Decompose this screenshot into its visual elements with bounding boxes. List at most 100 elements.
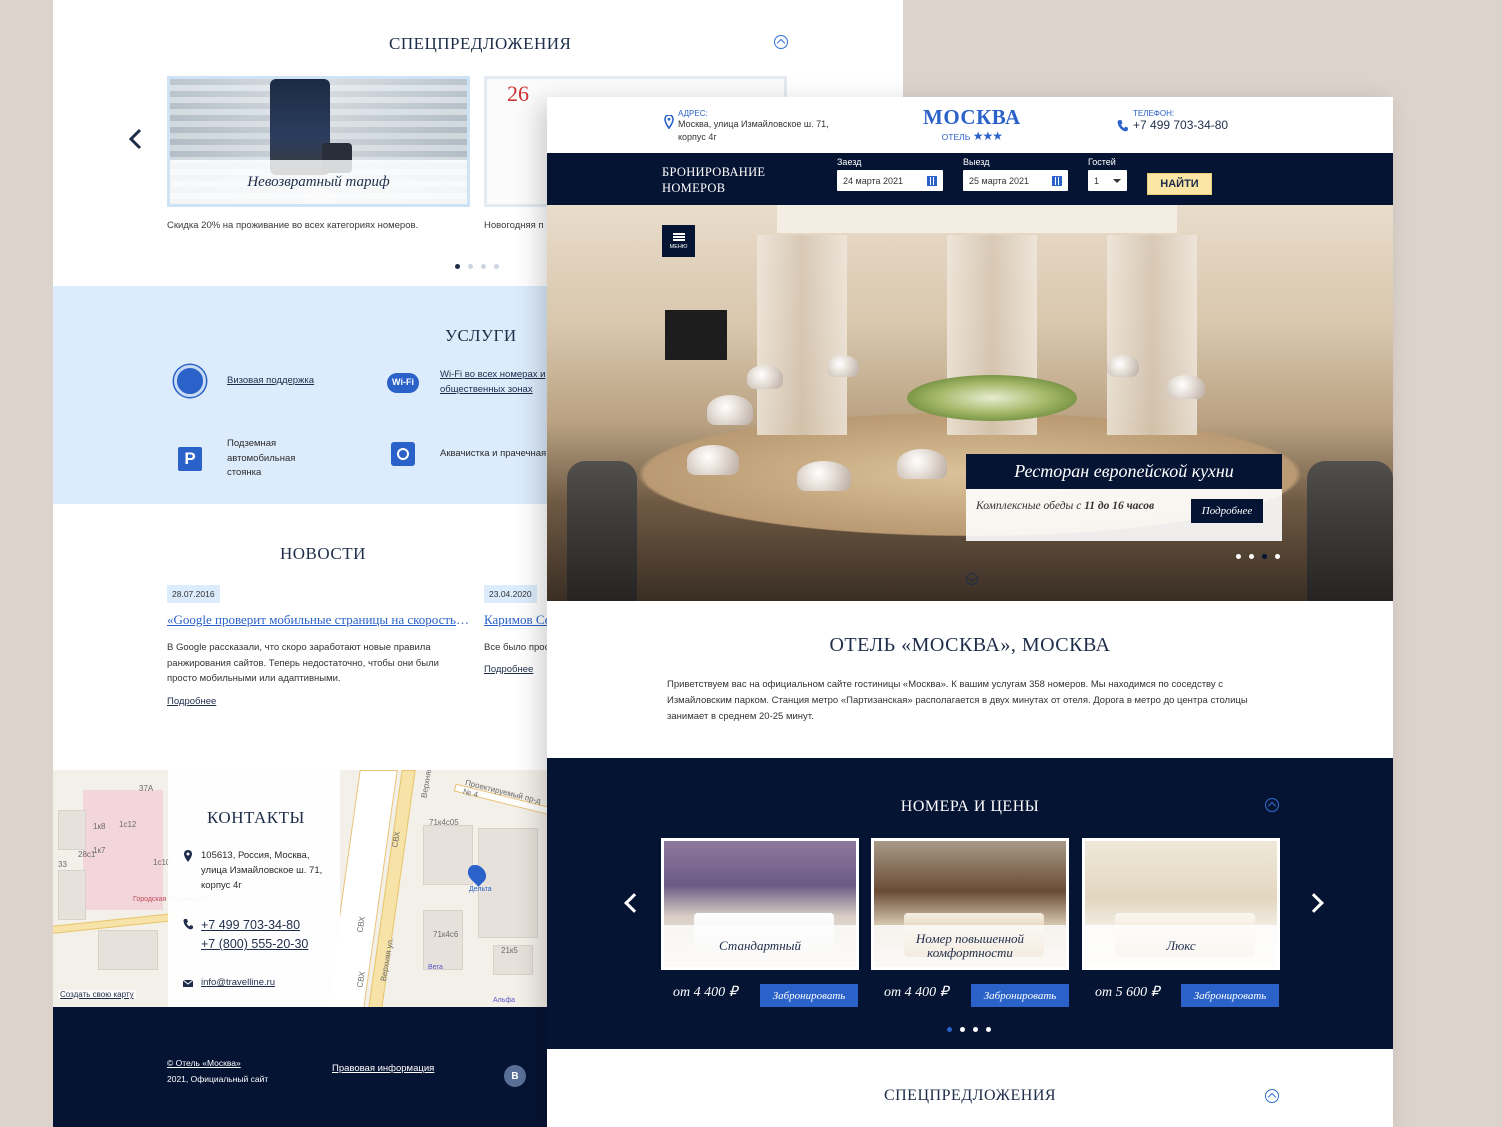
checkin-input[interactable]: 24 марта 2021: [837, 170, 943, 191]
service-item[interactable]: Визовая поддержка: [173, 364, 314, 398]
service-item: P Подземная автомобильная стоянка: [173, 437, 323, 481]
service-label: Подземная автомобильная стоянка: [227, 438, 296, 479]
footer-year: 2021, Официальный сайт: [167, 1074, 269, 1085]
mail-icon: [183, 979, 193, 987]
hero-caption: Ресторан европейской кухни Комплексные о…: [966, 454, 1282, 541]
menu-button[interactable]: МЕНЮ: [662, 225, 695, 257]
room-price: от 4 400 ₽: [673, 985, 738, 1000]
rooms-section: НОМЕРА И ЦЕНЫ Стандартный Номер повышенн…: [547, 758, 1393, 1049]
book-button[interactable]: Забронировать: [971, 984, 1069, 1007]
logo-name: МОСКВА: [923, 105, 1021, 129]
collapse-up-icon[interactable]: [1265, 798, 1279, 812]
scroll-down-icon[interactable]: [966, 573, 978, 585]
calendar-icon[interactable]: [1052, 175, 1062, 186]
legal-link[interactable]: Правовая информация: [332, 1063, 434, 1074]
parking-icon: P: [173, 442, 207, 476]
header-address: АДРЕС: Москва, улица Измайловское ш. 71,…: [664, 109, 848, 144]
offer-label: Невозвратный тариф: [170, 160, 467, 204]
carousel-prev-icon[interactable]: [624, 893, 644, 913]
room-price: от 5 600 ₽: [1095, 985, 1160, 1000]
pagination-dot[interactable]: [986, 1027, 991, 1032]
location-pin-icon: [184, 850, 192, 862]
service-label: Аквачистка и прачечная: [440, 447, 547, 459]
contact-address: 105613, Россия, Москва, улица Измайловск…: [183, 848, 333, 894]
news-more-link[interactable]: Подробнее: [484, 664, 533, 675]
news-body: Все было прос: [484, 642, 550, 653]
checkout-label: Выезд: [963, 157, 990, 167]
vk-icon[interactable]: В: [504, 1065, 526, 1087]
offer-description: Новогодняя п: [484, 220, 544, 231]
service-item[interactable]: Wi-Fi Wi-Fi во всех номерах и общественн…: [386, 366, 566, 400]
booking-title: БРОНИРОВАНИЕ НОМЕРОВ: [662, 165, 766, 196]
laundry-icon: [386, 437, 420, 471]
collapse-up-icon[interactable]: [774, 35, 788, 49]
services-title: УСЛУГИ: [445, 326, 517, 345]
offer-card[interactable]: Невозвратный тариф: [167, 76, 470, 207]
news-headline-link[interactable]: Каримов Се: [484, 612, 554, 628]
room-card[interactable]: Стандартный: [661, 838, 859, 970]
pagination-dot[interactable]: [973, 1027, 978, 1032]
hero-pagination[interactable]: [1236, 554, 1280, 559]
create-map-link[interactable]: Создать свою карту: [58, 990, 136, 999]
news-date: 23.04.2020: [484, 585, 537, 603]
wifi-icon: Wi-Fi: [386, 366, 420, 400]
site-logo[interactable]: МОСКВА ОТЕЛЬ ★★★: [923, 105, 1021, 143]
pagination-dot[interactable]: [1249, 554, 1254, 559]
guests-field: Гостей 1: [1088, 157, 1127, 191]
guests-label: Гостей: [1088, 157, 1116, 167]
pagination-dot[interactable]: [468, 264, 473, 269]
email-link[interactable]: info@travelline.ru: [201, 975, 275, 990]
carousel-prev-icon[interactable]: [127, 128, 145, 150]
hero-title: Ресторан европейской кухни: [966, 454, 1282, 489]
flower-arrangement: [907, 375, 1077, 421]
chevron-down-icon: [1113, 178, 1121, 183]
checkin-label: Заезд: [837, 157, 862, 167]
news-more-link[interactable]: Подробнее: [167, 696, 216, 707]
checkout-input[interactable]: 25 марта 2021: [963, 170, 1068, 191]
pagination-dot[interactable]: [1262, 554, 1267, 559]
pagination-dot[interactable]: [1236, 554, 1241, 559]
emblem-icon: [173, 364, 207, 398]
guests-select[interactable]: 1: [1088, 170, 1127, 191]
pagination-dot[interactable]: [960, 1027, 965, 1032]
pagination-dot[interactable]: [455, 264, 460, 269]
service-link[interactable]: Визовая поддержка: [227, 374, 314, 389]
news-date: 28.07.2016: [167, 585, 220, 603]
phone-link[interactable]: +7 499 703-34-80: [201, 916, 308, 935]
star-rating-icon: ★★★: [972, 129, 1003, 143]
room-price: от 4 400 ₽: [884, 985, 949, 1000]
copyright-link[interactable]: © Отель «Москва»: [167, 1055, 268, 1071]
collapse-up-icon[interactable]: [1265, 1089, 1279, 1103]
pagination-dot[interactable]: [947, 1027, 952, 1032]
foreground-page: АДРЕС: Москва, улица Измайловское ш. 71,…: [547, 97, 1393, 1127]
address-label: АДРЕС:: [678, 109, 708, 118]
checkin-field: Заезд 24 марта 2021: [837, 157, 943, 191]
pagination-dot[interactable]: [494, 264, 499, 269]
news-title: НОВОСТИ: [280, 544, 366, 563]
room-card[interactable]: Номер повышенной комфортности: [871, 838, 1069, 970]
tv-screen: [665, 310, 727, 360]
booking-bar: БРОНИРОВАНИЕ НОМЕРОВ Заезд 24 марта 2021…: [547, 153, 1393, 205]
offers-pagination[interactable]: [455, 264, 499, 269]
hamburger-icon: [672, 232, 685, 235]
pagination-dot[interactable]: [1275, 554, 1280, 559]
room-name: Номер повышенной комфортности: [874, 925, 1066, 967]
contacts-title: КОНТАКТЫ: [207, 808, 305, 827]
contact-email: info@travelline.ru: [183, 975, 275, 990]
book-button[interactable]: Забронировать: [1181, 984, 1279, 1007]
book-button[interactable]: Забронировать: [760, 984, 858, 1007]
room-name: Люкс: [1085, 925, 1277, 967]
calendar-icon[interactable]: [927, 175, 937, 186]
room-name: Стандартный: [664, 925, 856, 967]
room-card[interactable]: Люкс: [1082, 838, 1280, 970]
phone-label: ТЕЛЕФОН:: [1133, 109, 1175, 118]
carousel-next-icon[interactable]: [1304, 893, 1324, 913]
search-button[interactable]: НАЙТИ: [1147, 173, 1212, 195]
hero-more-button[interactable]: Подробнее: [1191, 499, 1263, 523]
phone-link[interactable]: +7 (800) 555-20-30: [201, 935, 308, 954]
phone-link[interactable]: +7 499 703-34-80: [1133, 118, 1228, 132]
news-headline-link[interactable]: «Google проверит мобильные страницы на с…: [167, 612, 471, 628]
pagination-dot[interactable]: [481, 264, 486, 269]
rooms-pagination[interactable]: [947, 1027, 991, 1032]
ceiling: [777, 205, 1177, 233]
